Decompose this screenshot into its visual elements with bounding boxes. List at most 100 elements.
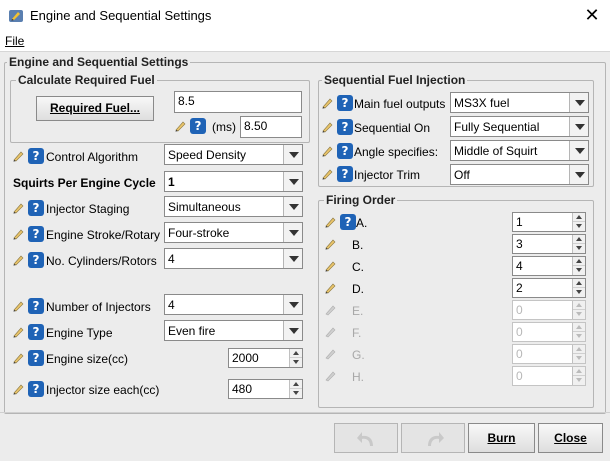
injector-size-label: Injector size each(cc) xyxy=(46,383,160,397)
chevron-down-icon[interactable] xyxy=(283,321,302,340)
pencil-icon[interactable] xyxy=(12,253,26,267)
close-icon[interactable]: ✕ xyxy=(580,4,604,26)
spinner-up-icon[interactable] xyxy=(290,349,302,358)
pencil-icon[interactable] xyxy=(324,259,338,273)
engine-stroke-select[interactable]: Four-stroke xyxy=(164,222,303,243)
firing-order-spinner-b[interactable]: 3 xyxy=(512,234,586,254)
redo-icon xyxy=(428,432,444,446)
sequential-on-select[interactable]: Fully Sequential xyxy=(450,116,589,137)
chevron-down-icon[interactable] xyxy=(283,249,302,268)
pencil-icon[interactable] xyxy=(324,281,338,295)
chevron-down-icon[interactable] xyxy=(283,295,302,314)
burn-button[interactable]: Burn xyxy=(468,423,535,453)
pencil-icon[interactable] xyxy=(12,351,26,365)
pencil-icon[interactable] xyxy=(12,325,26,339)
pencil-icon[interactable] xyxy=(321,120,335,134)
pencil-icon[interactable] xyxy=(12,299,26,313)
icon-group: ? xyxy=(12,148,46,164)
pencil-icon[interactable] xyxy=(12,227,26,241)
spinner-up-icon xyxy=(573,301,585,310)
help-icon[interactable]: ? xyxy=(28,381,44,397)
spinner-up-icon[interactable] xyxy=(573,235,585,244)
spinner-down-icon[interactable] xyxy=(573,266,585,275)
help-icon[interactable]: ? xyxy=(337,143,353,159)
help-icon[interactable]: ? xyxy=(28,200,44,216)
help-icon[interactable]: ? xyxy=(28,148,44,164)
spinner-up-icon[interactable] xyxy=(573,257,585,266)
engine-type-select[interactable]: Even fire xyxy=(164,320,303,341)
spinner-up-icon[interactable] xyxy=(573,279,585,288)
angle-specifies-label: Angle specifies: xyxy=(354,145,439,159)
chevron-down-icon[interactable] xyxy=(569,165,588,184)
no-cylinders-select[interactable]: 4 xyxy=(164,248,303,269)
engine-size-label: Engine size(cc) xyxy=(46,352,129,366)
pencil-icon[interactable] xyxy=(321,96,335,110)
spinner-down-icon[interactable] xyxy=(290,358,302,367)
help-icon[interactable]: ? xyxy=(28,226,44,242)
firing-order-spinner-d[interactable]: 2 xyxy=(512,278,586,298)
chevron-down-icon[interactable] xyxy=(569,141,588,160)
redo-button xyxy=(401,423,465,453)
pencil-icon[interactable] xyxy=(12,201,26,215)
spinner-down-icon[interactable] xyxy=(290,389,302,398)
required-fuel-ms-field[interactable]: 8.50 xyxy=(240,116,302,138)
help-icon[interactable]: ? xyxy=(190,118,206,134)
pencil-icon xyxy=(325,327,336,338)
menu-file[interactable]: File xyxy=(5,34,24,48)
num-injectors-select[interactable]: 4 xyxy=(164,294,303,315)
squirts-select[interactable]: 1 xyxy=(164,171,303,192)
pencil-icon[interactable] xyxy=(324,215,338,229)
injector-staging-select[interactable]: Simultaneous xyxy=(164,196,303,217)
firing-order-spinner-c[interactable]: 4 xyxy=(512,256,586,276)
pencil-icon[interactable] xyxy=(321,144,335,158)
firing-order-label-d: D. xyxy=(352,282,364,296)
chevron-down-icon[interactable] xyxy=(569,117,588,136)
required-fuel-button[interactable]: Required Fuel... xyxy=(36,96,154,121)
spinner-up-icon[interactable] xyxy=(290,380,302,389)
spinner-down-icon[interactable] xyxy=(573,244,585,253)
pencil-icon[interactable] xyxy=(324,237,338,251)
chevron-down-icon[interactable] xyxy=(283,223,302,242)
spinner-up-icon[interactable] xyxy=(573,213,585,222)
pencil-icon[interactable] xyxy=(321,167,335,181)
title-bar: Engine and Sequential Settings ✕ xyxy=(0,0,610,32)
firing-order-label-h: H. xyxy=(352,370,364,384)
help-icon[interactable]: ? xyxy=(337,119,353,135)
spinner-down-icon xyxy=(573,310,585,319)
spinner-up-icon xyxy=(573,323,585,332)
firing-order-label-f: F. xyxy=(352,326,362,340)
pencil-icon[interactable] xyxy=(174,119,188,133)
control-algorithm-select[interactable]: Speed Density xyxy=(164,144,303,165)
close-button[interactable]: Close xyxy=(538,423,603,453)
chevron-down-icon[interactable] xyxy=(283,172,302,191)
firing-order-spinner-a[interactable]: 1 xyxy=(512,212,586,232)
help-icon[interactable]: ? xyxy=(28,298,44,314)
engine-size-spinner[interactable]: 2000 xyxy=(228,348,303,368)
help-icon[interactable]: ? xyxy=(337,166,353,182)
injector-staging-label: Injector Staging xyxy=(46,202,130,216)
spinner-down-icon[interactable] xyxy=(573,288,585,297)
chevron-down-icon[interactable] xyxy=(283,145,302,164)
sequential-title: Sequential Fuel Injection xyxy=(322,73,468,87)
injector-size-spinner[interactable]: 480 xyxy=(228,379,303,399)
angle-specifies-select[interactable]: Middle of Squirt xyxy=(450,140,589,161)
required-fuel-title: Calculate Required Fuel xyxy=(16,73,157,87)
pencil-icon[interactable] xyxy=(12,149,26,163)
help-icon[interactable]: ? xyxy=(340,214,356,230)
help-icon[interactable]: ? xyxy=(337,95,353,111)
help-icon[interactable]: ? xyxy=(28,252,44,268)
settings-app-icon xyxy=(9,10,23,22)
firing-order-label-b: B. xyxy=(352,238,364,252)
injector-trim-select[interactable]: Off xyxy=(450,164,589,185)
main-fuel-outputs-select[interactable]: MS3X fuel xyxy=(450,92,589,113)
spinner-down-icon[interactable] xyxy=(573,222,585,231)
chevron-down-icon[interactable] xyxy=(283,197,302,216)
icon-group: ? xyxy=(12,200,46,216)
help-icon[interactable]: ? xyxy=(28,350,44,366)
firing-order-spinner-g: 0 xyxy=(512,344,586,364)
icon-group: ? xyxy=(12,381,46,397)
chevron-down-icon[interactable] xyxy=(569,93,588,112)
required-fuel-field[interactable]: 8.5 xyxy=(174,91,302,113)
help-icon[interactable]: ? xyxy=(28,324,44,340)
pencil-icon[interactable] xyxy=(12,382,26,396)
